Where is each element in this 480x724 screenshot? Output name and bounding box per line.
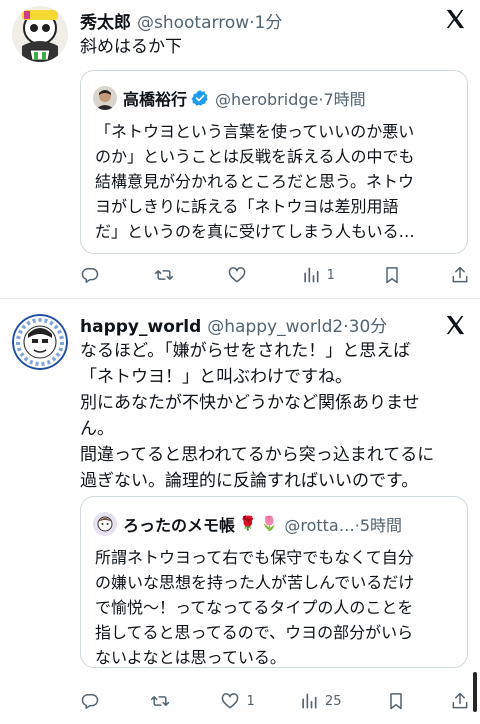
tweet-text-line: 斜めはるか下 — [80, 37, 182, 57]
reply-icon — [81, 268, 99, 283]
quoted-timestamp[interactable]: 5時間 — [360, 516, 402, 535]
x-logo-icon[interactable] — [444, 314, 466, 336]
quoted-text-line: 指してると思ってるので、ウヨの部分がいら — [95, 623, 414, 642]
retweet-button[interactable] — [154, 265, 180, 285]
quoted-author-handle[interactable]: @rotta…·5時間 — [284, 512, 402, 536]
like-button[interactable] — [227, 265, 253, 285]
quoted-tweet-header: ろったのメモ帳 🌹 🌷 @rotta…·5時間 — [93, 511, 457, 537]
tweet-text-line: 「ネトウヨ！」と叫ぶわけですね。 — [80, 367, 352, 387]
quoted-author-name[interactable]: 高橋裕行 — [123, 86, 187, 110]
reply-icon — [81, 694, 99, 709]
quoted-text-line: 所謂ネトウヨって右でも保守でもなくて自分 — [95, 548, 414, 567]
quoted-avatar[interactable] — [93, 512, 117, 536]
author-handle[interactable]: @shootarrow·1分 — [137, 8, 282, 33]
retweet-button[interactable] — [150, 691, 176, 711]
quoted-text-line: ヨがしきりに訴える「ネトウヨは差別用語 — [95, 197, 399, 216]
quoted-tweet-text: 「ネトウヨという言葉を使っていいのか悪い のか」ということは反戦を訴える人の中で… — [95, 119, 459, 244]
share-icon — [452, 692, 468, 709]
views-count: 1 — [326, 267, 335, 283]
verified-badge-icon — [191, 90, 208, 106]
quoted-text-line: だ」というのを真に受けてしまう人もいる… — [95, 222, 415, 241]
quoted-text-line: のか」ということは反戦を訴える人の中でも — [95, 147, 415, 166]
quoted-text-line: 結構意見が分かれるところだと思う。ネトウ — [95, 172, 415, 191]
tweet[interactable]: happy_world @happy_world2·30分 なるほど。「嫌がらせ… — [0, 298, 480, 724]
author-name[interactable]: 秀太郎 — [80, 8, 131, 33]
views-button[interactable]: 1 — [301, 265, 335, 285]
retweet-icon — [154, 270, 173, 280]
quoted-avatar[interactable] — [93, 86, 117, 110]
tweet-text-line: 別にあなたが不快かどうかなど関係ありませ — [80, 393, 420, 413]
quoted-tweet[interactable]: 高橋裕行 @herobridge·7時間 「ネトウヨという言葉を使っていいのか悪… — [80, 70, 468, 254]
quoted-tweet[interactable]: ろったのメモ帳 🌹 🌷 @rotta…·5時間 所謂ネトウヨって右でも保守でもな… — [80, 496, 468, 668]
like-button[interactable]: 1 — [220, 691, 255, 711]
action-bar: 1 25 — [80, 688, 470, 714]
tweet-text-line: ん。 — [80, 419, 114, 439]
reply-button[interactable] — [80, 691, 106, 711]
tweet-header: happy_world @happy_world2·30分 — [80, 312, 432, 338]
retweet-icon — [151, 696, 170, 706]
avatar[interactable] — [12, 314, 68, 370]
tweet-text: 斜めはるか下 — [80, 34, 466, 60]
timestamp[interactable]: 30分 — [349, 317, 388, 337]
like-icon — [222, 693, 239, 709]
quoted-tweet-header: 高橋裕行 @herobridge·7時間 — [93, 85, 457, 111]
share-button[interactable] — [450, 691, 470, 711]
bookmark-button[interactable] — [382, 265, 402, 285]
share-icon — [452, 266, 468, 283]
views-icon — [303, 267, 319, 283]
quoted-author-name[interactable]: ろったのメモ帳 — [123, 512, 235, 536]
bookmark-button[interactable] — [386, 691, 406, 711]
quoted-text-line: の嫌いな思想を持った人が苦しんでいるだけ — [95, 573, 415, 592]
tweet[interactable]: 秀太郎 @shootarrow·1分 斜めはるか下 高橋裕行 @herobrid… — [0, 0, 480, 298]
views-count: 25 — [324, 693, 342, 709]
reply-button[interactable] — [80, 265, 106, 285]
share-button[interactable] — [450, 265, 470, 285]
quoted-tweet-text: 所謂ネトウヨって右でも保守でもなくて自分 の嫌いな思想を持った人が苦しんでいるだ… — [95, 545, 459, 670]
tweet-text: なるほど。「嫌がらせをされた！」と思えば 「ネトウヨ！」と叫ぶわけですね。 別に… — [80, 338, 466, 494]
tweet-text-line: 過ぎない。論理的に反論すればいいのです。 — [80, 471, 419, 491]
x-logo-icon[interactable] — [444, 8, 466, 30]
action-bar: 1 — [80, 262, 470, 288]
author-handle[interactable]: @happy_world2·30分 — [207, 312, 387, 337]
like-count: 1 — [246, 693, 255, 709]
bookmark-icon — [386, 267, 399, 284]
author-name[interactable]: happy_world — [80, 317, 201, 337]
quoted-timestamp[interactable]: 7時間 — [323, 90, 365, 109]
quoted-author-handle[interactable]: @herobridge·7時間 — [215, 86, 366, 110]
tweet-header: 秀太郎 @shootarrow·1分 — [80, 8, 432, 34]
name-emojis: 🌹 🌷 — [239, 516, 279, 532]
quoted-text-line: で愉悦〜！ってなってるタイプの人のことを — [95, 598, 414, 617]
views-button[interactable]: 25 — [299, 691, 342, 711]
bookmark-icon — [390, 693, 402, 710]
scrollbar[interactable] — [473, 672, 477, 712]
views-icon — [302, 693, 317, 709]
tweet-text-line: 間違ってると思われてるから突っ込まれてるに — [80, 445, 435, 465]
quoted-text-line: ないよなとは思っている。 — [95, 648, 286, 667]
tweet-text-line: なるほど。「嫌がらせをされた！」と思えば — [80, 341, 411, 361]
avatar[interactable] — [12, 6, 68, 62]
like-icon — [228, 267, 246, 283]
timestamp[interactable]: 1分 — [255, 13, 283, 33]
quoted-text-line: 「ネトウヨという言葉を使っていいのか悪い — [95, 122, 415, 141]
